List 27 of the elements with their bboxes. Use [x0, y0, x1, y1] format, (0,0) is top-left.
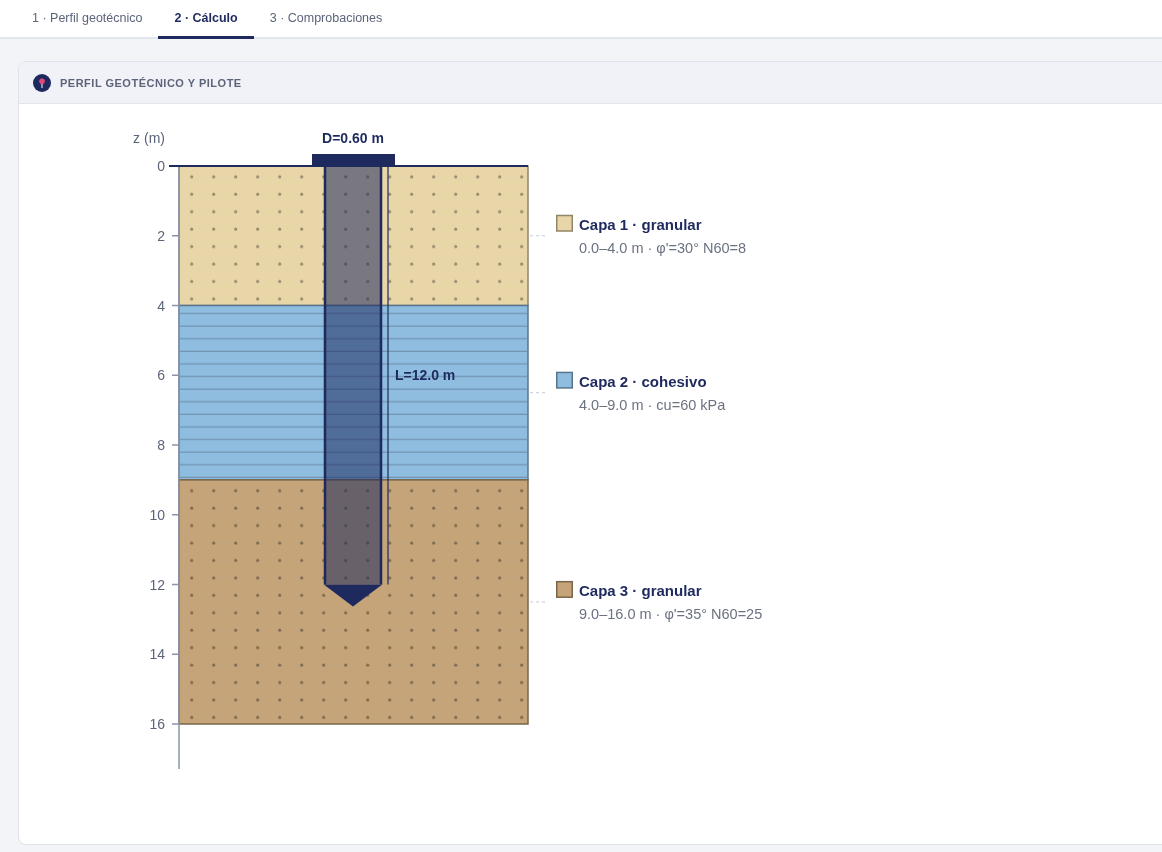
tick-label: 4 — [157, 297, 165, 314]
leader-line — [529, 601, 547, 603]
layer-title: Capa 2 · cohesivo — [579, 372, 707, 390]
layer-details: 9.0–16.0 m · φ'=35° N60=25 — [579, 605, 763, 622]
pin-icon — [33, 73, 51, 92]
layer-title: Capa 1 · granular — [579, 215, 702, 233]
layer-details: 4.0–9.0 m · cu=60 kPa — [579, 396, 726, 413]
tick-label: 8 — [157, 437, 165, 453]
panel-title: PERFIL GEOTÉCNICO Y PILOTE — [60, 76, 242, 89]
tick-label: 10 — [149, 506, 165, 523]
length-label: L=12.0 m — [395, 367, 456, 384]
leader-line — [529, 235, 547, 237]
tick-label: 16 — [149, 716, 165, 732]
tab[interactable]: 2 · Cálculo — [158, 0, 254, 39]
diameter-label: D=0.60 m — [322, 130, 384, 146]
layer-details: 0.0–4.0 m · φ'=30° N60=8 — [579, 239, 747, 256]
layer-title: Capa 3 · granular — [579, 581, 702, 599]
tick-label: 12 — [149, 576, 165, 593]
tab[interactable]: 3 · Comprobaciones — [253, 0, 399, 39]
tick-label: 14 — [149, 646, 165, 663]
pile-tip — [323, 584, 383, 607]
tick-label: 0 — [157, 158, 165, 174]
tick-label: 2 — [157, 227, 165, 244]
leader-line — [529, 392, 547, 394]
tab[interactable]: 1 · Perfil geotécnico — [16, 0, 159, 39]
tick-label: 6 — [157, 367, 165, 384]
axis-title: z (m) — [133, 130, 165, 146]
